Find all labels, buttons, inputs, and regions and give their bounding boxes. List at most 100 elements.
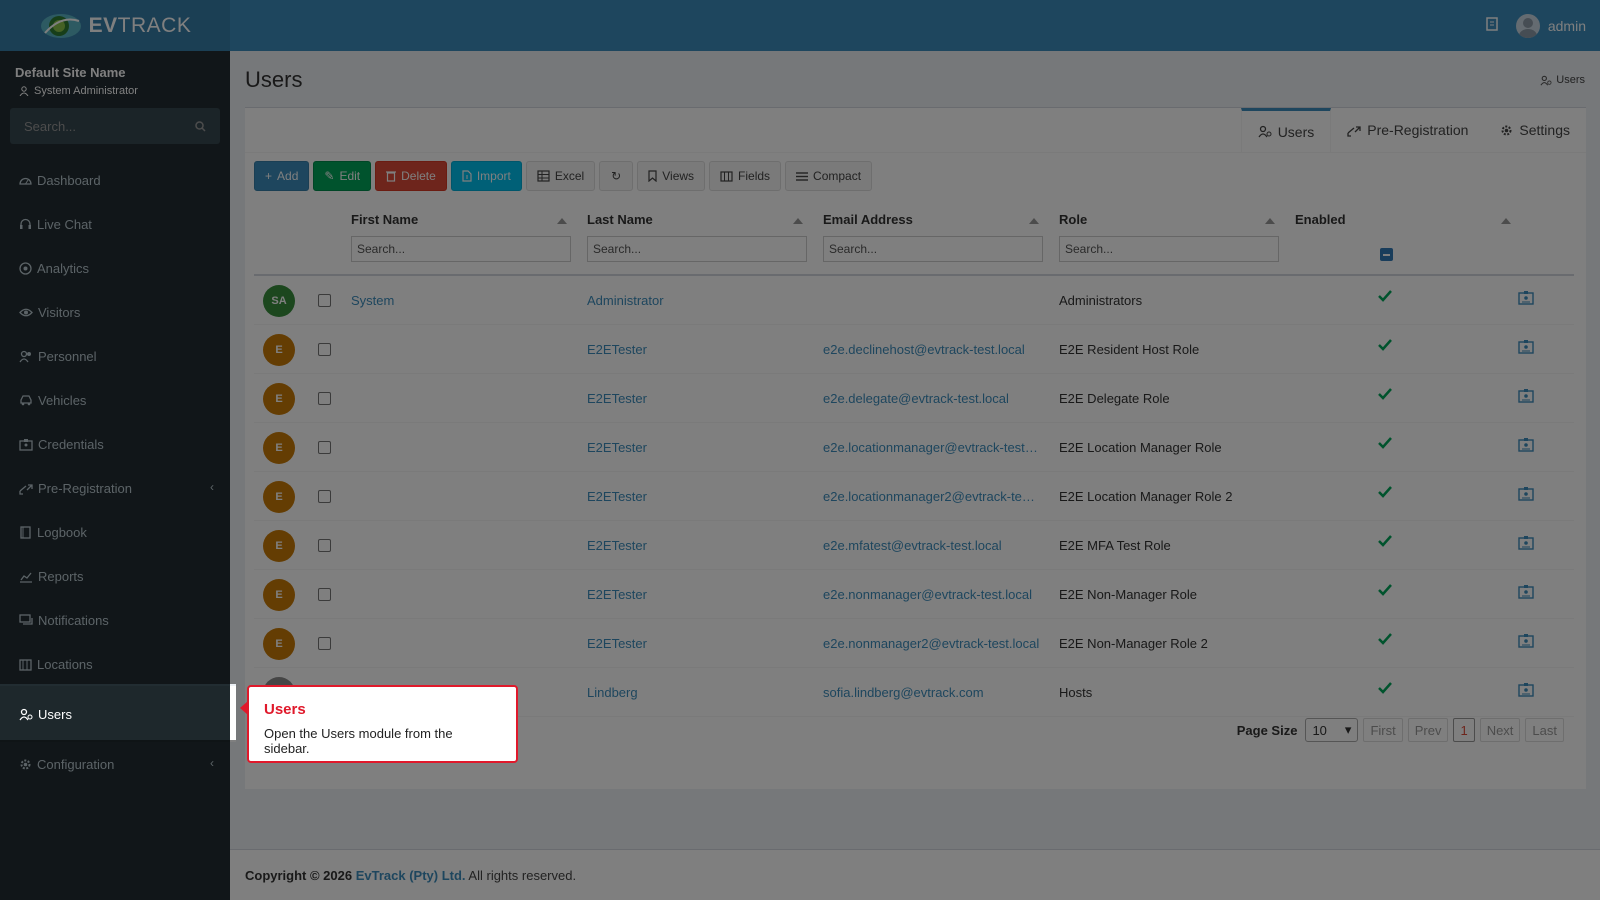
last-name-cell[interactable]: E2ETester	[587, 440, 812, 455]
email-cell[interactable]: e2e.locationmanager2@evtrack-test.local	[823, 489, 1041, 504]
check-icon	[1378, 535, 1392, 550]
tab-settings[interactable]: Settings	[1484, 108, 1586, 152]
last-name-filter-input[interactable]: Search...	[587, 236, 807, 262]
role-filter-input[interactable]: Search...	[1059, 236, 1279, 262]
column-header-last-name[interactable]: Last Name	[587, 212, 653, 227]
sidebar-item-pre-registration[interactable]: Pre-Registration ‹	[0, 466, 230, 510]
tab-pre-registration[interactable]: Pre-Registration	[1331, 108, 1484, 152]
sidebar-item-live-chat[interactable]: Live Chat	[0, 202, 230, 246]
prev-page-button[interactable]: Prev	[1407, 718, 1449, 742]
first-name-filter-input[interactable]: Search...	[351, 236, 571, 262]
id-card-icon[interactable]	[1518, 437, 1534, 455]
id-card-icon[interactable]	[1518, 339, 1534, 357]
sidebar-item-notifications[interactable]: Notifications	[0, 598, 230, 642]
sidebar-item-visitors[interactable]: Visitors	[0, 290, 230, 334]
avatar: E	[263, 481, 295, 513]
grid-toolbar: + Add ✎ Edit Delete Import Excel ↻ Views F…	[254, 161, 873, 191]
sort-icon[interactable]	[557, 218, 567, 224]
email-cell[interactable]: sofia.lindberg@evtrack.com	[823, 685, 1041, 700]
email-cell[interactable]: e2e.locationmanager@evtrack-test.local	[823, 440, 1041, 455]
id-card-icon[interactable]	[1518, 584, 1534, 602]
email-cell[interactable]: e2e.mfatest@evtrack-test.local	[823, 538, 1041, 553]
sort-icon[interactable]	[1265, 218, 1275, 224]
last-page-button[interactable]: Last	[1525, 718, 1564, 742]
sidebar-item-credentials[interactable]: Credentials	[0, 422, 230, 466]
column-header-first-name[interactable]: First Name	[351, 212, 418, 227]
sidebar-item-analytics[interactable]: Analytics	[0, 246, 230, 290]
table-row[interactable]: E E2ETester e2e.nonmanager2@evtrack-test.l…	[254, 619, 1574, 668]
refresh-button[interactable]: ↻	[599, 161, 634, 191]
brand-logo[interactable]: EVTRACK	[0, 0, 230, 51]
sidebar-item-logbook[interactable]: Logbook	[0, 510, 230, 554]
row-checkbox[interactable]	[318, 294, 331, 307]
tour-tooltip[interactable]: Users Open the Users module from the sid…	[240, 685, 518, 763]
sidebar-item-reports[interactable]: Reports	[0, 554, 230, 598]
sidebar-item-locations[interactable]: Locations	[0, 642, 230, 686]
user-menu[interactable]: admin	[1515, 13, 1586, 38]
table-row[interactable]: SA System Administrator Administrators	[254, 276, 1574, 325]
sort-icon[interactable]	[1501, 218, 1511, 224]
last-name-cell[interactable]: E2ETester	[587, 489, 812, 504]
table-row[interactable]: E E2ETester e2e.mfatest@evtrack-test.local…	[254, 521, 1574, 570]
compact-button[interactable]: Compact	[785, 161, 873, 191]
table-row[interactable]: E E2ETester e2e.locationmanager@evtrack-te…	[254, 423, 1574, 472]
email-filter-input[interactable]: Search...	[823, 236, 1043, 262]
enabled-filter-checkbox[interactable]	[1380, 248, 1393, 261]
import-button[interactable]: Import	[450, 161, 522, 191]
row-checkbox[interactable]	[318, 637, 331, 650]
sidebar-item-personnel[interactable]: Personnel	[0, 334, 230, 378]
column-header-role[interactable]: Role	[1059, 212, 1087, 227]
tasks-icon[interactable]	[1486, 17, 1498, 34]
row-checkbox[interactable]	[318, 441, 331, 454]
id-card-icon[interactable]	[1518, 486, 1534, 504]
sidebar-search-input[interactable]: Search...	[10, 108, 220, 144]
sort-icon[interactable]	[1029, 218, 1039, 224]
column-header-enabled[interactable]: Enabled	[1295, 212, 1346, 227]
last-name-cell[interactable]: E2ETester	[587, 587, 812, 602]
last-name-cell[interactable]: Lindberg	[587, 685, 812, 700]
sidebar-item-users[interactable]: Users	[0, 686, 236, 742]
row-checkbox[interactable]	[318, 392, 331, 405]
row-checkbox[interactable]	[318, 490, 331, 503]
table-row[interactable]: E E2ETester e2e.declinehost@evtrack-test.l…	[254, 325, 1574, 374]
id-card-icon[interactable]	[1518, 535, 1534, 553]
sidebar-item-dashboard[interactable]: Dashboard	[0, 158, 230, 202]
first-page-button[interactable]: First	[1363, 718, 1403, 742]
email-cell[interactable]: e2e.delegate@evtrack-test.local	[823, 391, 1041, 406]
current-page-button[interactable]: 1	[1453, 718, 1475, 742]
row-checkbox[interactable]	[318, 539, 331, 552]
last-name-cell[interactable]: E2ETester	[587, 538, 812, 553]
fields-button[interactable]: Fields	[709, 161, 782, 191]
excel-button[interactable]: Excel	[525, 161, 596, 191]
views-button[interactable]: Views	[637, 161, 706, 191]
first-name-cell[interactable]: System	[351, 293, 576, 308]
email-cell[interactable]: e2e.nonmanager2@evtrack-test.local	[823, 636, 1041, 651]
company-link[interactable]: EvTrack (Pty) Ltd.	[356, 868, 466, 883]
row-checkbox[interactable]	[318, 343, 331, 356]
sidebar-item-configuration[interactable]: Configuration ‹	[0, 742, 230, 786]
table-row[interactable]: E E2ETester e2e.locationmanager2@evtrack-t…	[254, 472, 1574, 521]
last-name-cell[interactable]: E2ETester	[587, 391, 812, 406]
column-header-email[interactable]: Email Address	[823, 212, 913, 227]
table-row[interactable]: E E2ETester e2e.nonmanager@evtrack-test.lo…	[254, 570, 1574, 619]
last-name-cell[interactable]: E2ETester	[587, 342, 812, 357]
tab-users[interactable]: Users	[1240, 108, 1332, 152]
last-name-cell[interactable]: E2ETester	[587, 636, 812, 651]
email-cell[interactable]: e2e.nonmanager@evtrack-test.local	[823, 587, 1041, 602]
page-size-select[interactable]: 10 ▾	[1305, 718, 1359, 742]
next-page-button[interactable]: Next	[1479, 718, 1521, 742]
edit-button[interactable]: ✎ Edit	[313, 161, 372, 191]
table-row[interactable]: E E2ETester e2e.delegate@evtrack-test.loca…	[254, 374, 1574, 423]
add-button[interactable]: + Add	[254, 161, 310, 191]
id-card-icon[interactable]	[1518, 290, 1534, 308]
id-card-icon[interactable]	[1518, 633, 1534, 651]
sidebar-item-vehicles[interactable]: Vehicles	[0, 378, 230, 422]
id-card-icon[interactable]	[1518, 682, 1534, 700]
delete-button[interactable]: Delete	[375, 161, 447, 191]
email-cell[interactable]: e2e.declinehost@evtrack-test.local	[823, 342, 1041, 357]
id-card-icon[interactable]	[1518, 388, 1534, 406]
row-checkbox[interactable]	[318, 588, 331, 601]
breadcrumb[interactable]: Users	[1540, 74, 1585, 86]
sort-icon[interactable]	[793, 218, 803, 224]
last-name-cell[interactable]: Administrator	[587, 293, 812, 308]
